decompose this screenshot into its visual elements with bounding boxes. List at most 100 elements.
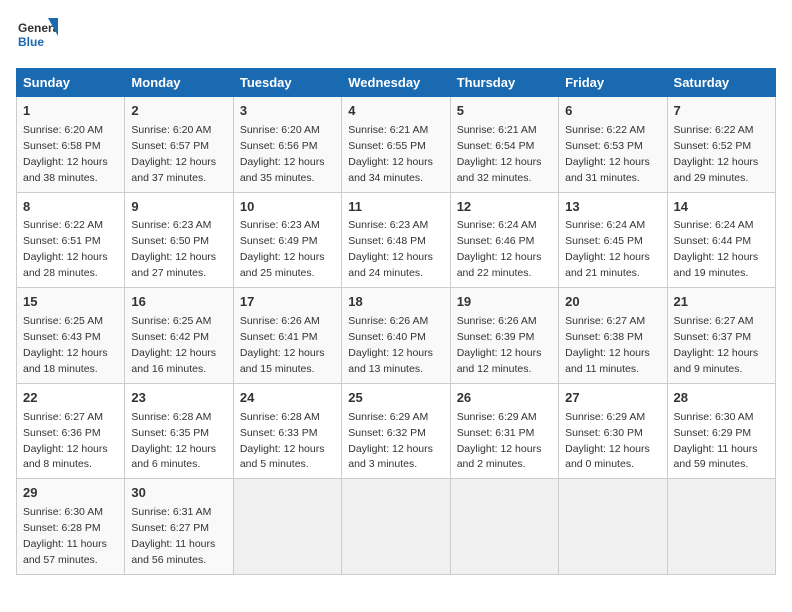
weekday-header-monday: Monday	[125, 69, 233, 97]
sunrise: Sunrise: 6:28 AM	[131, 411, 211, 423]
calendar-cell: 26Sunrise: 6:29 AMSunset: 6:31 PMDayligh…	[450, 383, 558, 479]
day-number: 3	[240, 102, 335, 121]
calendar-cell	[559, 479, 667, 575]
calendar-cell: 17Sunrise: 6:26 AMSunset: 6:41 PMDayligh…	[233, 288, 341, 384]
sunset: Sunset: 6:43 PM	[23, 331, 101, 343]
daylight: Daylight: 12 hours and 5 minutes.	[240, 443, 325, 471]
calendar-cell: 29Sunrise: 6:30 AMSunset: 6:28 PMDayligh…	[17, 479, 125, 575]
calendar-cell: 8Sunrise: 6:22 AMSunset: 6:51 PMDaylight…	[17, 192, 125, 288]
daylight: Daylight: 12 hours and 37 minutes.	[131, 156, 216, 184]
sunset: Sunset: 6:40 PM	[348, 331, 426, 343]
daylight: Daylight: 12 hours and 12 minutes.	[457, 347, 542, 375]
sunrise: Sunrise: 6:21 AM	[457, 124, 537, 136]
daylight: Daylight: 12 hours and 18 minutes.	[23, 347, 108, 375]
sunrise: Sunrise: 6:29 AM	[565, 411, 645, 423]
calendar-cell: 13Sunrise: 6:24 AMSunset: 6:45 PMDayligh…	[559, 192, 667, 288]
calendar-table: SundayMondayTuesdayWednesdayThursdayFrid…	[16, 68, 776, 575]
day-number: 12	[457, 198, 552, 217]
calendar-cell: 5Sunrise: 6:21 AMSunset: 6:54 PMDaylight…	[450, 97, 558, 193]
calendar-cell: 20Sunrise: 6:27 AMSunset: 6:38 PMDayligh…	[559, 288, 667, 384]
calendar-cell: 1Sunrise: 6:20 AMSunset: 6:58 PMDaylight…	[17, 97, 125, 193]
sunset: Sunset: 6:44 PM	[674, 235, 752, 247]
calendar-cell: 19Sunrise: 6:26 AMSunset: 6:39 PMDayligh…	[450, 288, 558, 384]
day-number: 29	[23, 484, 118, 503]
daylight: Daylight: 12 hours and 8 minutes.	[23, 443, 108, 471]
day-number: 20	[565, 293, 660, 312]
daylight: Daylight: 12 hours and 24 minutes.	[348, 251, 433, 279]
sunset: Sunset: 6:51 PM	[23, 235, 101, 247]
day-number: 18	[348, 293, 443, 312]
calendar-cell: 22Sunrise: 6:27 AMSunset: 6:36 PMDayligh…	[17, 383, 125, 479]
calendar-cell: 30 Sunrise: 6:31 AM Sunset: 6:27 PM Dayligh…	[125, 479, 233, 575]
sunrise: Sunrise: 6:22 AM	[23, 219, 103, 231]
daylight: Daylight: 11 hours and 57 minutes.	[23, 538, 107, 566]
sunset: Sunset: 6:30 PM	[565, 427, 643, 439]
sunset: Sunset: 6:41 PM	[240, 331, 318, 343]
sunrise: Sunrise: 6:21 AM	[348, 124, 428, 136]
day-number: 9	[131, 198, 226, 217]
sunset: Sunset: 6:39 PM	[457, 331, 535, 343]
daylight: Daylight: 12 hours and 27 minutes.	[131, 251, 216, 279]
sunset: Sunset: 6:35 PM	[131, 427, 209, 439]
weekday-header-friday: Friday	[559, 69, 667, 97]
day-number: 11	[348, 198, 443, 217]
sunrise: Sunrise: 6:23 AM	[131, 219, 211, 231]
daylight: Daylight: 12 hours and 15 minutes.	[240, 347, 325, 375]
day-number: 24	[240, 389, 335, 408]
sunset: Sunset: 6:46 PM	[457, 235, 535, 247]
day-number: 13	[565, 198, 660, 217]
sunrise: Sunrise: 6:22 AM	[674, 124, 754, 136]
logo: General Blue	[16, 16, 58, 58]
sunset: Sunset: 6:42 PM	[131, 331, 209, 343]
sunrise: Sunrise: 6:20 AM	[23, 124, 103, 136]
daylight: Daylight: 12 hours and 16 minutes.	[131, 347, 216, 375]
day-number: 30	[131, 484, 226, 503]
sunrise: Sunrise: 6:24 AM	[565, 219, 645, 231]
sunset: Sunset: 6:33 PM	[240, 427, 318, 439]
daylight: Daylight: 11 hours and 59 minutes.	[674, 443, 758, 471]
daylight: Daylight: 12 hours and 2 minutes.	[457, 443, 542, 471]
daylight: Daylight: 12 hours and 38 minutes.	[23, 156, 108, 184]
daylight: Daylight: 11 hours and 56 minutes.	[131, 538, 215, 566]
sunrise: Sunrise: 6:20 AM	[131, 124, 211, 136]
calendar-cell: 23Sunrise: 6:28 AMSunset: 6:35 PMDayligh…	[125, 383, 233, 479]
sunrise: Sunrise: 6:30 AM	[674, 411, 754, 423]
sunrise: Sunrise: 6:30 AM	[23, 506, 103, 518]
sunrise: Sunrise: 6:26 AM	[457, 315, 537, 327]
sunrise: Sunrise: 6:27 AM	[23, 411, 103, 423]
day-number: 5	[457, 102, 552, 121]
sunrise: Sunrise: 6:20 AM	[240, 124, 320, 136]
calendar-cell: 27Sunrise: 6:29 AMSunset: 6:30 PMDayligh…	[559, 383, 667, 479]
sunset: Sunset: 6:48 PM	[348, 235, 426, 247]
sunrise: Sunrise: 6:22 AM	[565, 124, 645, 136]
day-number: 16	[131, 293, 226, 312]
day-number: 25	[348, 389, 443, 408]
sunset: Sunset: 6:57 PM	[131, 140, 209, 152]
day-number: 1	[23, 102, 118, 121]
sunset: Sunset: 6:27 PM	[131, 522, 209, 534]
daylight: Daylight: 12 hours and 11 minutes.	[565, 347, 650, 375]
calendar-cell: 9Sunrise: 6:23 AMSunset: 6:50 PMDaylight…	[125, 192, 233, 288]
sunrise: Sunrise: 6:31 AM	[131, 506, 211, 518]
calendar-cell: 12Sunrise: 6:24 AMSunset: 6:46 PMDayligh…	[450, 192, 558, 288]
logo-svg: General Blue	[16, 16, 58, 58]
calendar-cell: 2Sunrise: 6:20 AMSunset: 6:57 PMDaylight…	[125, 97, 233, 193]
sunrise: Sunrise: 6:25 AM	[131, 315, 211, 327]
day-number: 8	[23, 198, 118, 217]
daylight: Daylight: 12 hours and 29 minutes.	[674, 156, 759, 184]
calendar-cell: 7Sunrise: 6:22 AMSunset: 6:52 PMDaylight…	[667, 97, 775, 193]
sunset: Sunset: 6:38 PM	[565, 331, 643, 343]
daylight: Daylight: 12 hours and 31 minutes.	[565, 156, 650, 184]
daylight: Daylight: 12 hours and 34 minutes.	[348, 156, 433, 184]
daylight: Daylight: 12 hours and 22 minutes.	[457, 251, 542, 279]
calendar-cell: 11Sunrise: 6:23 AMSunset: 6:48 PMDayligh…	[342, 192, 450, 288]
calendar-cell: 24Sunrise: 6:28 AMSunset: 6:33 PMDayligh…	[233, 383, 341, 479]
calendar-cell: 16 Sunrise: 6:25 AM Sunset: 6:42 PM Dayligh…	[125, 288, 233, 384]
calendar-cell	[233, 479, 341, 575]
svg-text:Blue: Blue	[18, 35, 44, 49]
sunset: Sunset: 6:52 PM	[674, 140, 752, 152]
daylight: Daylight: 12 hours and 6 minutes.	[131, 443, 216, 471]
sunrise: Sunrise: 6:25 AM	[23, 315, 103, 327]
day-number: 27	[565, 389, 660, 408]
weekday-header-sunday: Sunday	[17, 69, 125, 97]
